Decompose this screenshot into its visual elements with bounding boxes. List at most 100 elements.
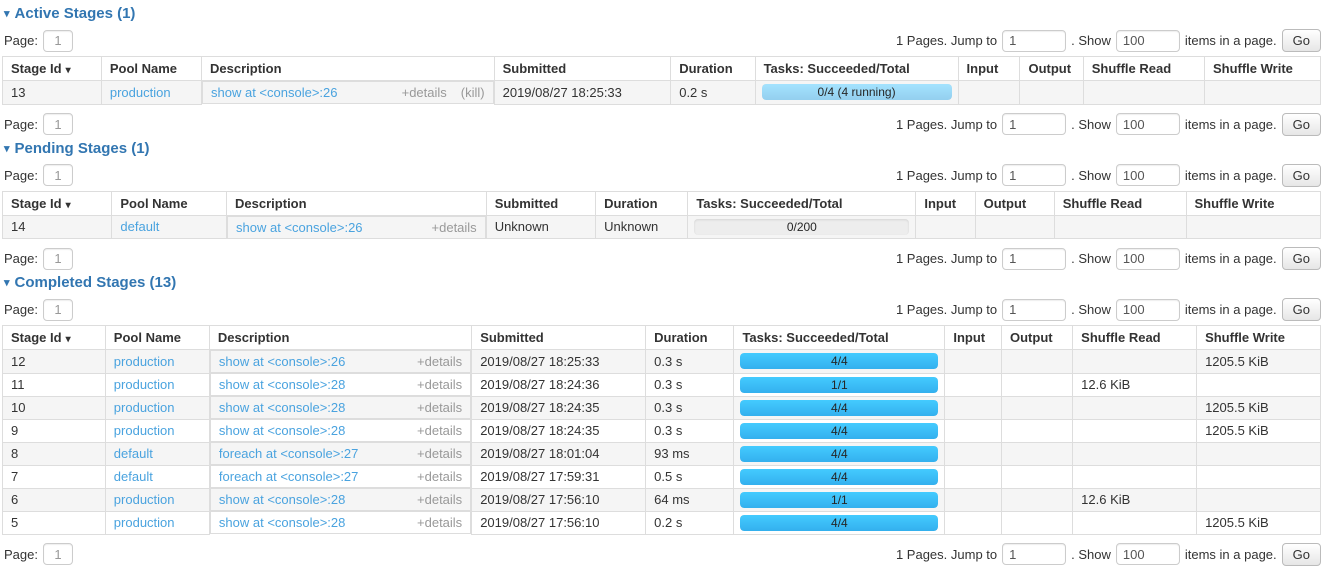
description-link[interactable]: show at <console>:28 <box>219 491 345 508</box>
details-toggle[interactable]: +details <box>402 84 447 101</box>
col-header-submitted[interactable]: Submitted <box>494 57 671 81</box>
go-button[interactable]: Go <box>1282 247 1321 270</box>
col-header-input[interactable]: Input <box>916 191 975 215</box>
pool-link[interactable]: production <box>114 377 175 392</box>
output-cell <box>1002 465 1073 488</box>
go-button[interactable]: Go <box>1282 113 1321 136</box>
details-toggle[interactable]: +details <box>432 219 477 236</box>
description-link[interactable]: show at <console>:28 <box>219 399 345 416</box>
jump-to-input[interactable] <box>1002 248 1066 270</box>
page-label: Page: <box>4 117 38 132</box>
show-label: . Show <box>1071 117 1111 132</box>
col-header-duration[interactable]: Duration <box>596 191 688 215</box>
col-header-pool-name[interactable]: Pool Name <box>105 326 209 350</box>
page-input[interactable] <box>43 113 73 135</box>
pagination-row: Page: 1 Pages. Jump to . Show items in a… <box>2 247 1321 270</box>
col-header-description[interactable]: Description <box>227 191 487 215</box>
pool-link[interactable]: production <box>114 515 175 530</box>
tasks-cell: 1/1 <box>734 488 945 511</box>
col-header-description[interactable]: Description <box>209 326 471 350</box>
duration-cell: 0.3 s <box>646 350 734 374</box>
col-header-shuffle-read[interactable]: Shuffle Read <box>1083 57 1204 81</box>
col-header-description[interactable]: Description <box>202 57 495 81</box>
pool-link[interactable]: production <box>114 492 175 507</box>
jump-to-input[interactable] <box>1002 30 1066 52</box>
jump-to-input[interactable] <box>1002 164 1066 186</box>
show-count-input[interactable] <box>1116 113 1180 135</box>
col-header-shuffle-read[interactable]: Shuffle Read <box>1054 191 1186 215</box>
pool-link[interactable]: production <box>114 423 175 438</box>
col-header-tasks[interactable]: Tasks: Succeeded/Total <box>755 57 958 81</box>
page-input[interactable] <box>43 248 73 270</box>
pool-link[interactable]: default <box>120 219 159 234</box>
details-toggle[interactable]: +details <box>417 491 462 508</box>
col-header-shuffle-read[interactable]: Shuffle Read <box>1073 326 1197 350</box>
pagination-row: Page: 1 Pages. Jump to . Show items in a… <box>2 164 1321 187</box>
col-header-stage-id[interactable]: Stage Id▾ <box>3 57 102 81</box>
description-link[interactable]: foreach at <console>:27 <box>219 468 359 485</box>
col-header-input[interactable]: Input <box>945 326 1002 350</box>
section-header-pending-stages[interactable]: ▾Pending Stages (1) <box>4 140 1321 158</box>
pool-link[interactable]: production <box>110 85 171 100</box>
col-header-stage-id[interactable]: Stage Id▾ <box>3 191 112 215</box>
go-button[interactable]: Go <box>1282 29 1321 52</box>
details-toggle[interactable]: +details <box>417 445 462 462</box>
show-count-input[interactable] <box>1116 30 1180 52</box>
col-header-duration[interactable]: Duration <box>671 57 755 81</box>
pool-link[interactable]: production <box>114 400 175 415</box>
details-toggle[interactable]: +details <box>417 376 462 393</box>
stage-id-cell: 14 <box>3 215 112 239</box>
page-input[interactable] <box>43 164 73 186</box>
description-link[interactable]: show at <console>:28 <box>219 376 345 393</box>
description-link[interactable]: show at <console>:28 <box>219 514 345 531</box>
pool-link[interactable]: production <box>114 354 175 369</box>
description-link[interactable]: show at <console>:28 <box>219 422 345 439</box>
col-header-shuffle-write[interactable]: Shuffle Write <box>1204 57 1320 81</box>
description-link[interactable]: show at <console>:26 <box>236 219 362 236</box>
col-header-duration[interactable]: Duration <box>646 326 734 350</box>
go-button[interactable]: Go <box>1282 298 1321 321</box>
col-header-input[interactable]: Input <box>958 57 1020 81</box>
description-link[interactable]: show at <console>:26 <box>219 353 345 370</box>
duration-cell: 0.2 s <box>671 81 755 105</box>
col-header-submitted[interactable]: Submitted <box>486 191 595 215</box>
show-count-input[interactable] <box>1116 248 1180 270</box>
input-cell <box>945 465 1002 488</box>
description-link[interactable]: show at <console>:26 <box>211 84 337 101</box>
details-toggle[interactable]: +details <box>417 514 462 531</box>
section-header-active-stages[interactable]: ▾Active Stages (1) <box>4 5 1321 23</box>
col-header-pool-name[interactable]: Pool Name <box>101 57 201 81</box>
col-header-output[interactable]: Output <box>1020 57 1083 81</box>
details-toggle[interactable]: +details <box>417 353 462 370</box>
col-header-tasks[interactable]: Tasks: Succeeded/Total <box>734 326 945 350</box>
section-header-completed-stages[interactable]: ▾Completed Stages (13) <box>4 274 1321 292</box>
details-toggle[interactable]: +details <box>417 468 462 485</box>
col-header-output[interactable]: Output <box>1002 326 1073 350</box>
col-header-submitted[interactable]: Submitted <box>472 326 646 350</box>
col-header-stage-id[interactable]: Stage Id▾ <box>3 326 106 350</box>
details-toggle[interactable]: +details <box>417 399 462 416</box>
col-header-shuffle-write[interactable]: Shuffle Write <box>1197 326 1321 350</box>
page-input[interactable] <box>43 299 73 321</box>
jump-to-input[interactable] <box>1002 113 1066 135</box>
page-input[interactable] <box>43 30 73 52</box>
shuffle-write-cell: 1205.5 KiB <box>1197 511 1321 534</box>
pool-link[interactable]: default <box>114 446 153 461</box>
pool-link[interactable]: default <box>114 469 153 484</box>
page-input[interactable] <box>43 543 73 565</box>
jump-to-input[interactable] <box>1002 543 1066 565</box>
show-count-input[interactable] <box>1116 299 1180 321</box>
show-label: . Show <box>1071 302 1111 317</box>
col-header-tasks[interactable]: Tasks: Succeeded/Total <box>688 191 916 215</box>
description-link[interactable]: foreach at <console>:27 <box>219 445 359 462</box>
kill-link[interactable]: (kill) <box>461 84 485 101</box>
col-header-output[interactable]: Output <box>975 191 1054 215</box>
jump-to-input[interactable] <box>1002 299 1066 321</box>
go-button[interactable]: Go <box>1282 543 1321 566</box>
show-count-input[interactable] <box>1116 543 1180 565</box>
go-button[interactable]: Go <box>1282 164 1321 187</box>
col-header-pool-name[interactable]: Pool Name <box>112 191 227 215</box>
col-header-shuffle-write[interactable]: Shuffle Write <box>1186 191 1321 215</box>
show-count-input[interactable] <box>1116 164 1180 186</box>
details-toggle[interactable]: +details <box>417 422 462 439</box>
